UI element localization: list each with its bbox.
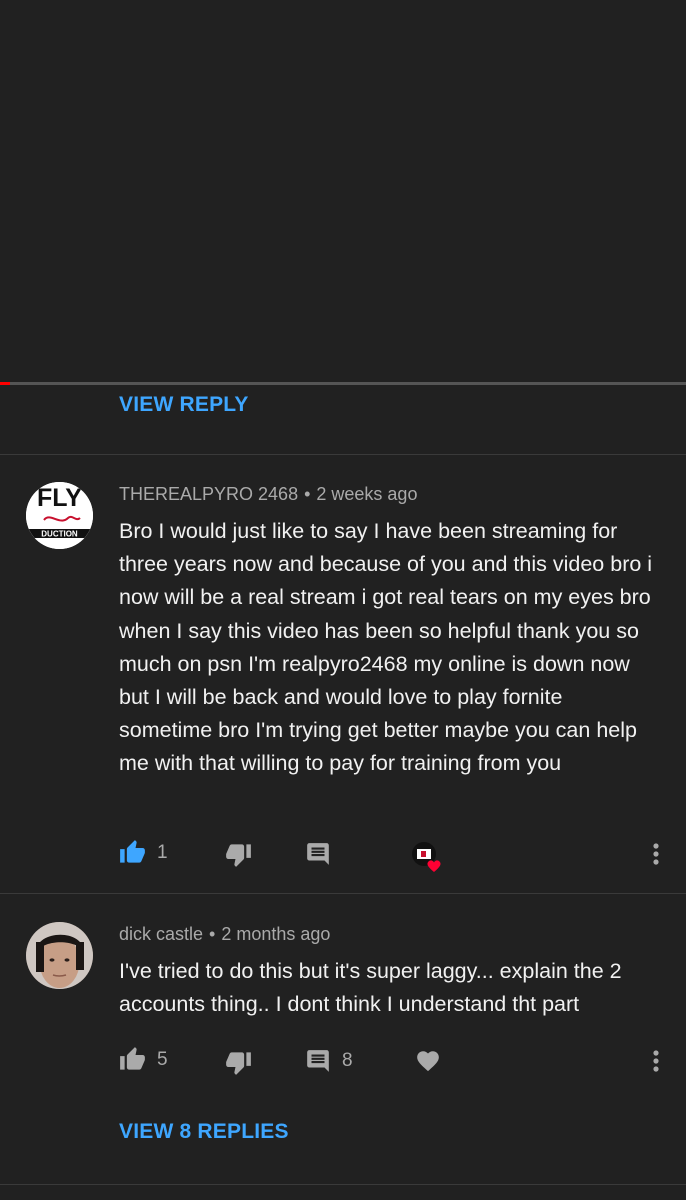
reply-button[interactable]: 8 — [305, 1048, 353, 1074]
comment-meta: dick castle • 2 months ago — [119, 924, 330, 945]
avatar-logo-text: FLY — [37, 484, 82, 512]
comment-timestamp[interactable]: 2 months ago — [221, 924, 330, 944]
comment-text: Bro I would just like to say I have been… — [119, 519, 653, 776]
more-options-button[interactable] — [646, 1048, 666, 1074]
view-replies-button[interactable]: VIEW 8 REPLIES — [119, 1120, 289, 1144]
thumbs-down-icon — [226, 844, 251, 867]
comment-divider — [0, 1184, 686, 1185]
avatar-photo-image — [26, 922, 93, 989]
like-button[interactable]: 5 — [119, 1046, 168, 1073]
like-button[interactable]: 1 — [119, 839, 168, 866]
comment-meta: THEREALPYRO 2468 • 2 weeks ago — [119, 484, 417, 505]
comment-divider — [0, 454, 686, 455]
comment-author[interactable]: THEREALPYRO 2468 — [119, 484, 298, 504]
video-player[interactable] — [0, 0, 686, 383]
avatar[interactable]: FLY DUCTION — [26, 482, 93, 549]
comment-text: I've tried to do this but it's super lag… — [119, 959, 622, 1017]
thumbs-up-icon — [120, 840, 145, 863]
avatar[interactable] — [26, 922, 93, 989]
meta-separator: • — [304, 484, 311, 504]
video-progress-bar[interactable] — [0, 382, 686, 385]
dislike-button[interactable] — [225, 841, 252, 868]
more-options-button[interactable] — [646, 841, 666, 867]
thumbs-up-icon — [120, 1047, 145, 1070]
comment-author[interactable]: dick castle — [119, 924, 203, 944]
reply-icon — [307, 1050, 329, 1072]
meta-separator: • — [209, 924, 216, 944]
view-reply-button[interactable]: VIEW REPLY — [119, 393, 249, 417]
reply-button[interactable] — [305, 841, 331, 867]
reply-icon — [307, 843, 329, 865]
dislike-button[interactable] — [225, 1049, 252, 1076]
creator-heart-badge — [410, 840, 444, 874]
reply-count: 8 — [342, 1050, 353, 1071]
heart-icon — [417, 1051, 439, 1072]
like-count: 5 — [157, 1048, 168, 1070]
more-vert-icon — [653, 843, 659, 865]
comment-timestamp[interactable]: 2 weeks ago — [316, 484, 417, 504]
avatar-logo-subtext: DUCTION — [41, 530, 78, 539]
video-progress-fill — [0, 382, 11, 385]
like-count: 1 — [157, 841, 168, 863]
avatar-logo-image: FLY DUCTION — [26, 482, 93, 549]
creator-avatar-icon — [412, 842, 441, 872]
heart-icon — [427, 860, 441, 872]
heart-button[interactable] — [415, 1048, 441, 1074]
comment-divider — [0, 893, 686, 894]
more-vert-icon — [653, 1050, 659, 1072]
thumbs-down-icon — [226, 1052, 251, 1075]
